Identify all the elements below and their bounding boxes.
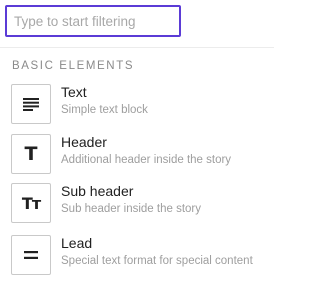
item-description: Special text format for special content	[61, 255, 253, 267]
text-lines-icon	[11, 84, 51, 124]
search-input[interactable]	[14, 13, 179, 29]
item-description: Additional header inside the story	[61, 154, 232, 166]
element-item-header[interactable]: T Header Additional header inside the st…	[11, 134, 271, 180]
subheader-tt-icon: Tт	[11, 183, 51, 223]
element-item-text[interactable]: Text Simple text block	[11, 84, 271, 130]
header-glyph: T	[24, 143, 38, 165]
subheader-glyph: Tт	[21, 193, 41, 213]
item-title: Header	[61, 134, 107, 150]
item-title: Sub header	[61, 183, 134, 199]
item-description: Sub header inside the story	[61, 203, 202, 215]
element-item-lead[interactable]: Lead Special text format for special con…	[11, 235, 271, 281]
section-title: BASIC ELEMENTS	[12, 60, 135, 72]
search-field[interactable]	[5, 5, 181, 37]
item-title: Text	[61, 84, 87, 100]
header-t-icon: T	[11, 134, 51, 174]
divider	[0, 47, 274, 48]
element-item-subheader[interactable]: Tт Sub header Sub header inside the stor…	[11, 183, 271, 229]
item-title: Lead	[61, 235, 93, 251]
item-description: Simple text block	[61, 104, 148, 116]
lead-equals-icon	[11, 235, 51, 275]
